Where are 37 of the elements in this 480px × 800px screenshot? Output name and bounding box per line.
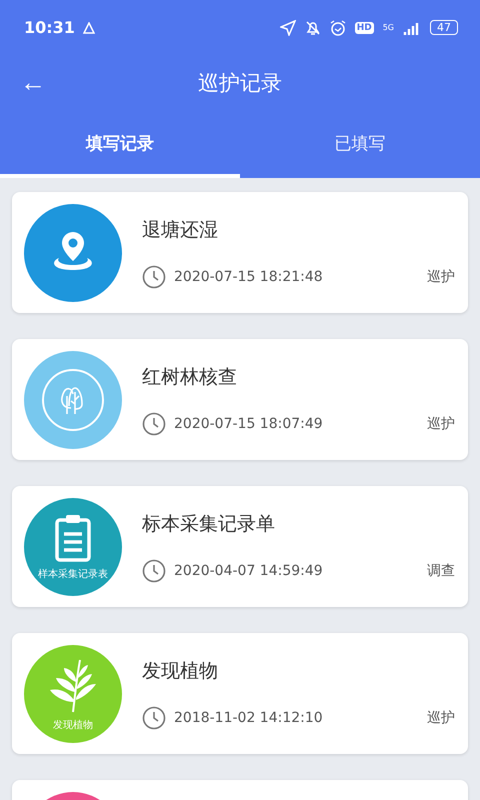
- record-title: 红树林核查: [142, 364, 238, 390]
- clock-icon: [142, 706, 166, 730]
- status-time: 10:31: [24, 18, 75, 37]
- signal-icon: [403, 20, 421, 34]
- warning-icon: [82, 22, 95, 34]
- record-type: 巡护: [427, 414, 455, 432]
- icon-caption: 样本采集记录表: [38, 568, 108, 580]
- clipboard-icon: [53, 512, 93, 562]
- icon-caption: 发现植物: [53, 718, 93, 732]
- location-arrow-icon: [280, 20, 296, 36]
- record-card[interactable]: 退塘还湿 2020-07-15 18:21:48 巡护: [12, 192, 468, 313]
- record-time: 2020-07-15 18:21:48: [174, 268, 323, 284]
- record-type: 巡护: [427, 268, 455, 286]
- tab[interactable]: 已填写: [240, 110, 480, 178]
- network-type: 5G: [382, 23, 394, 32]
- record-title: 发现植物: [142, 658, 219, 684]
- record-card[interactable]: 样本采集记录表 标本采集记录单 2020-04-07 14:59:49 调查: [12, 486, 468, 607]
- clock-icon: [142, 412, 166, 436]
- record-time: 2018-11-02 14:12:10: [174, 710, 323, 726]
- page-title: 巡护记录: [198, 70, 282, 96]
- clock-icon: [142, 264, 166, 288]
- record-card[interactable]: 发现植物 发现植物 2018-11-02 14:12:10 巡护: [12, 633, 468, 754]
- record-title: 退塘还湿: [142, 218, 219, 242]
- hd-badge: HD: [354, 22, 374, 34]
- record-time: 2020-07-15 18:07:49: [174, 416, 323, 432]
- alarm-icon: [330, 20, 346, 36]
- tab[interactable]: 填写记录: [0, 110, 240, 178]
- back-button[interactable]: ←: [20, 67, 46, 98]
- record-card[interactable]: 红树林核查 2020-07-15 18:07:49 巡护: [12, 339, 468, 460]
- clock-icon: [142, 558, 166, 582]
- record-type: 巡护: [427, 708, 455, 726]
- record-time: 2020-04-07 14:59:49: [174, 562, 323, 578]
- battery-level: 47: [430, 20, 458, 35]
- record-title: 标本采集记录单: [142, 512, 276, 536]
- trees-icon: [41, 368, 105, 432]
- muted-bell-icon: [304, 20, 321, 36]
- record-type: 调查: [427, 562, 455, 580]
